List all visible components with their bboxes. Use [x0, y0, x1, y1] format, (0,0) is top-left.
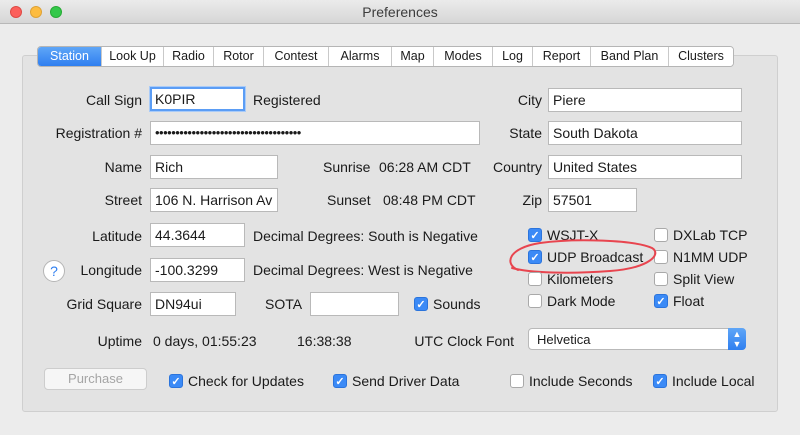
help-button[interactable]: ? — [43, 260, 65, 282]
check-for-updates-checkbox[interactable]: ✓ Check for Updates — [169, 373, 304, 389]
zip-field[interactable]: 57501 — [548, 188, 637, 212]
grid-square-field[interactable]: DN94ui — [150, 292, 236, 316]
latitude-note: Decimal Degrees: South is Negative — [253, 228, 478, 244]
tab-log[interactable]: Log — [493, 47, 533, 66]
country-label: Country — [492, 159, 542, 175]
send-driver-data-checkbox[interactable]: ✓ Send Driver Data — [333, 373, 459, 389]
longitude-label: Longitude — [80, 262, 142, 278]
sota-field[interactable] — [310, 292, 399, 316]
include-local-checkbox[interactable]: ✓ Include Local — [653, 373, 755, 389]
latitude-field[interactable]: 44.3644 — [150, 223, 245, 247]
name-label: Name — [104, 159, 142, 175]
longitude-field[interactable]: -100.3299 — [150, 258, 245, 282]
sunset-label: Sunset — [327, 192, 371, 208]
sounds-checkbox[interactable]: ✓ Sounds — [414, 296, 480, 312]
country-field[interactable]: United States — [548, 155, 742, 179]
call-sign-label: Call Sign — [85, 92, 142, 108]
checkmark-icon: ✓ — [169, 374, 183, 388]
call-sign-field[interactable]: K0PIR — [150, 87, 245, 111]
registration-label: Registration # — [55, 125, 142, 141]
window-title: Preferences — [362, 4, 438, 20]
checkmark-icon: ✓ — [414, 297, 428, 311]
tab-map[interactable]: Map — [392, 47, 434, 66]
city-label: City — [517, 92, 542, 108]
include-seconds-checkbox[interactable]: Include Seconds — [510, 373, 633, 389]
kilometers-checkbox[interactable]: Kilometers — [528, 271, 613, 287]
zip-label: Zip — [522, 192, 542, 208]
city-field[interactable]: Piere — [548, 88, 742, 112]
dxlab-tcp-checkbox[interactable]: DXLab TCP — [654, 227, 747, 243]
tab-station[interactable]: Station — [38, 47, 102, 66]
uptime-value: 0 days, 01:55:23 — [153, 333, 257, 349]
tab-bar: Station Look Up Radio Rotor Contest Alar… — [37, 46, 734, 67]
name-field[interactable]: Rich — [150, 155, 278, 179]
n1mm-udp-checkbox[interactable]: N1MM UDP — [654, 249, 748, 265]
uptime-label: Uptime — [97, 333, 142, 349]
tab-radio[interactable]: Radio — [164, 47, 214, 66]
title-bar: Preferences — [0, 0, 800, 24]
preferences-window: Preferences Station Look Up Radio Rotor … — [0, 0, 800, 435]
checkmark-icon: ✓ — [653, 374, 667, 388]
tab-contest[interactable]: Contest — [264, 47, 329, 66]
grid-square-label: Grid Square — [66, 296, 142, 312]
state-label: State — [509, 125, 542, 141]
tab-rotor[interactable]: Rotor — [214, 47, 264, 66]
latitude-label: Latitude — [92, 228, 142, 244]
tab-clusters[interactable]: Clusters — [669, 47, 733, 66]
street-label: Street — [104, 192, 142, 208]
purchase-button[interactable]: Purchase — [44, 368, 147, 390]
longitude-note: Decimal Degrees: West is Negative — [253, 262, 473, 278]
split-view-checkbox[interactable]: Split View — [654, 271, 734, 287]
street-field[interactable]: 106 N. Harrison Av — [150, 188, 278, 212]
tab-look-up[interactable]: Look Up — [102, 47, 164, 66]
checkmark-icon: ✓ — [333, 374, 347, 388]
sota-label: SOTA — [265, 296, 303, 312]
tab-report[interactable]: Report — [533, 47, 591, 66]
checkmark-icon: ✓ — [654, 294, 668, 308]
utc-clock-font-label: UTC Clock Font — [414, 333, 514, 349]
registration-field[interactable]: •••••••••••••••••••••••••••••••••••• — [150, 121, 480, 145]
tab-band-plan[interactable]: Band Plan — [591, 47, 669, 66]
clock-value: 16:38:38 — [297, 333, 352, 349]
registered-label: Registered — [253, 92, 321, 108]
dark-mode-checkbox[interactable]: Dark Mode — [528, 293, 615, 309]
sunrise-label: Sunrise — [323, 159, 371, 175]
state-field[interactable]: South Dakota — [548, 121, 742, 145]
utc-clock-font-select[interactable]: Helvetica ▲ ▼ — [528, 328, 746, 350]
updown-chevron-icon: ▲ ▼ — [728, 328, 746, 350]
float-checkbox[interactable]: ✓ Float — [654, 293, 704, 309]
tab-modes[interactable]: Modes — [434, 47, 493, 66]
sunset-value: 08:48 PM CDT — [383, 192, 476, 208]
tab-alarms[interactable]: Alarms — [329, 47, 392, 66]
sunrise-value: 06:28 AM CDT — [379, 159, 471, 175]
